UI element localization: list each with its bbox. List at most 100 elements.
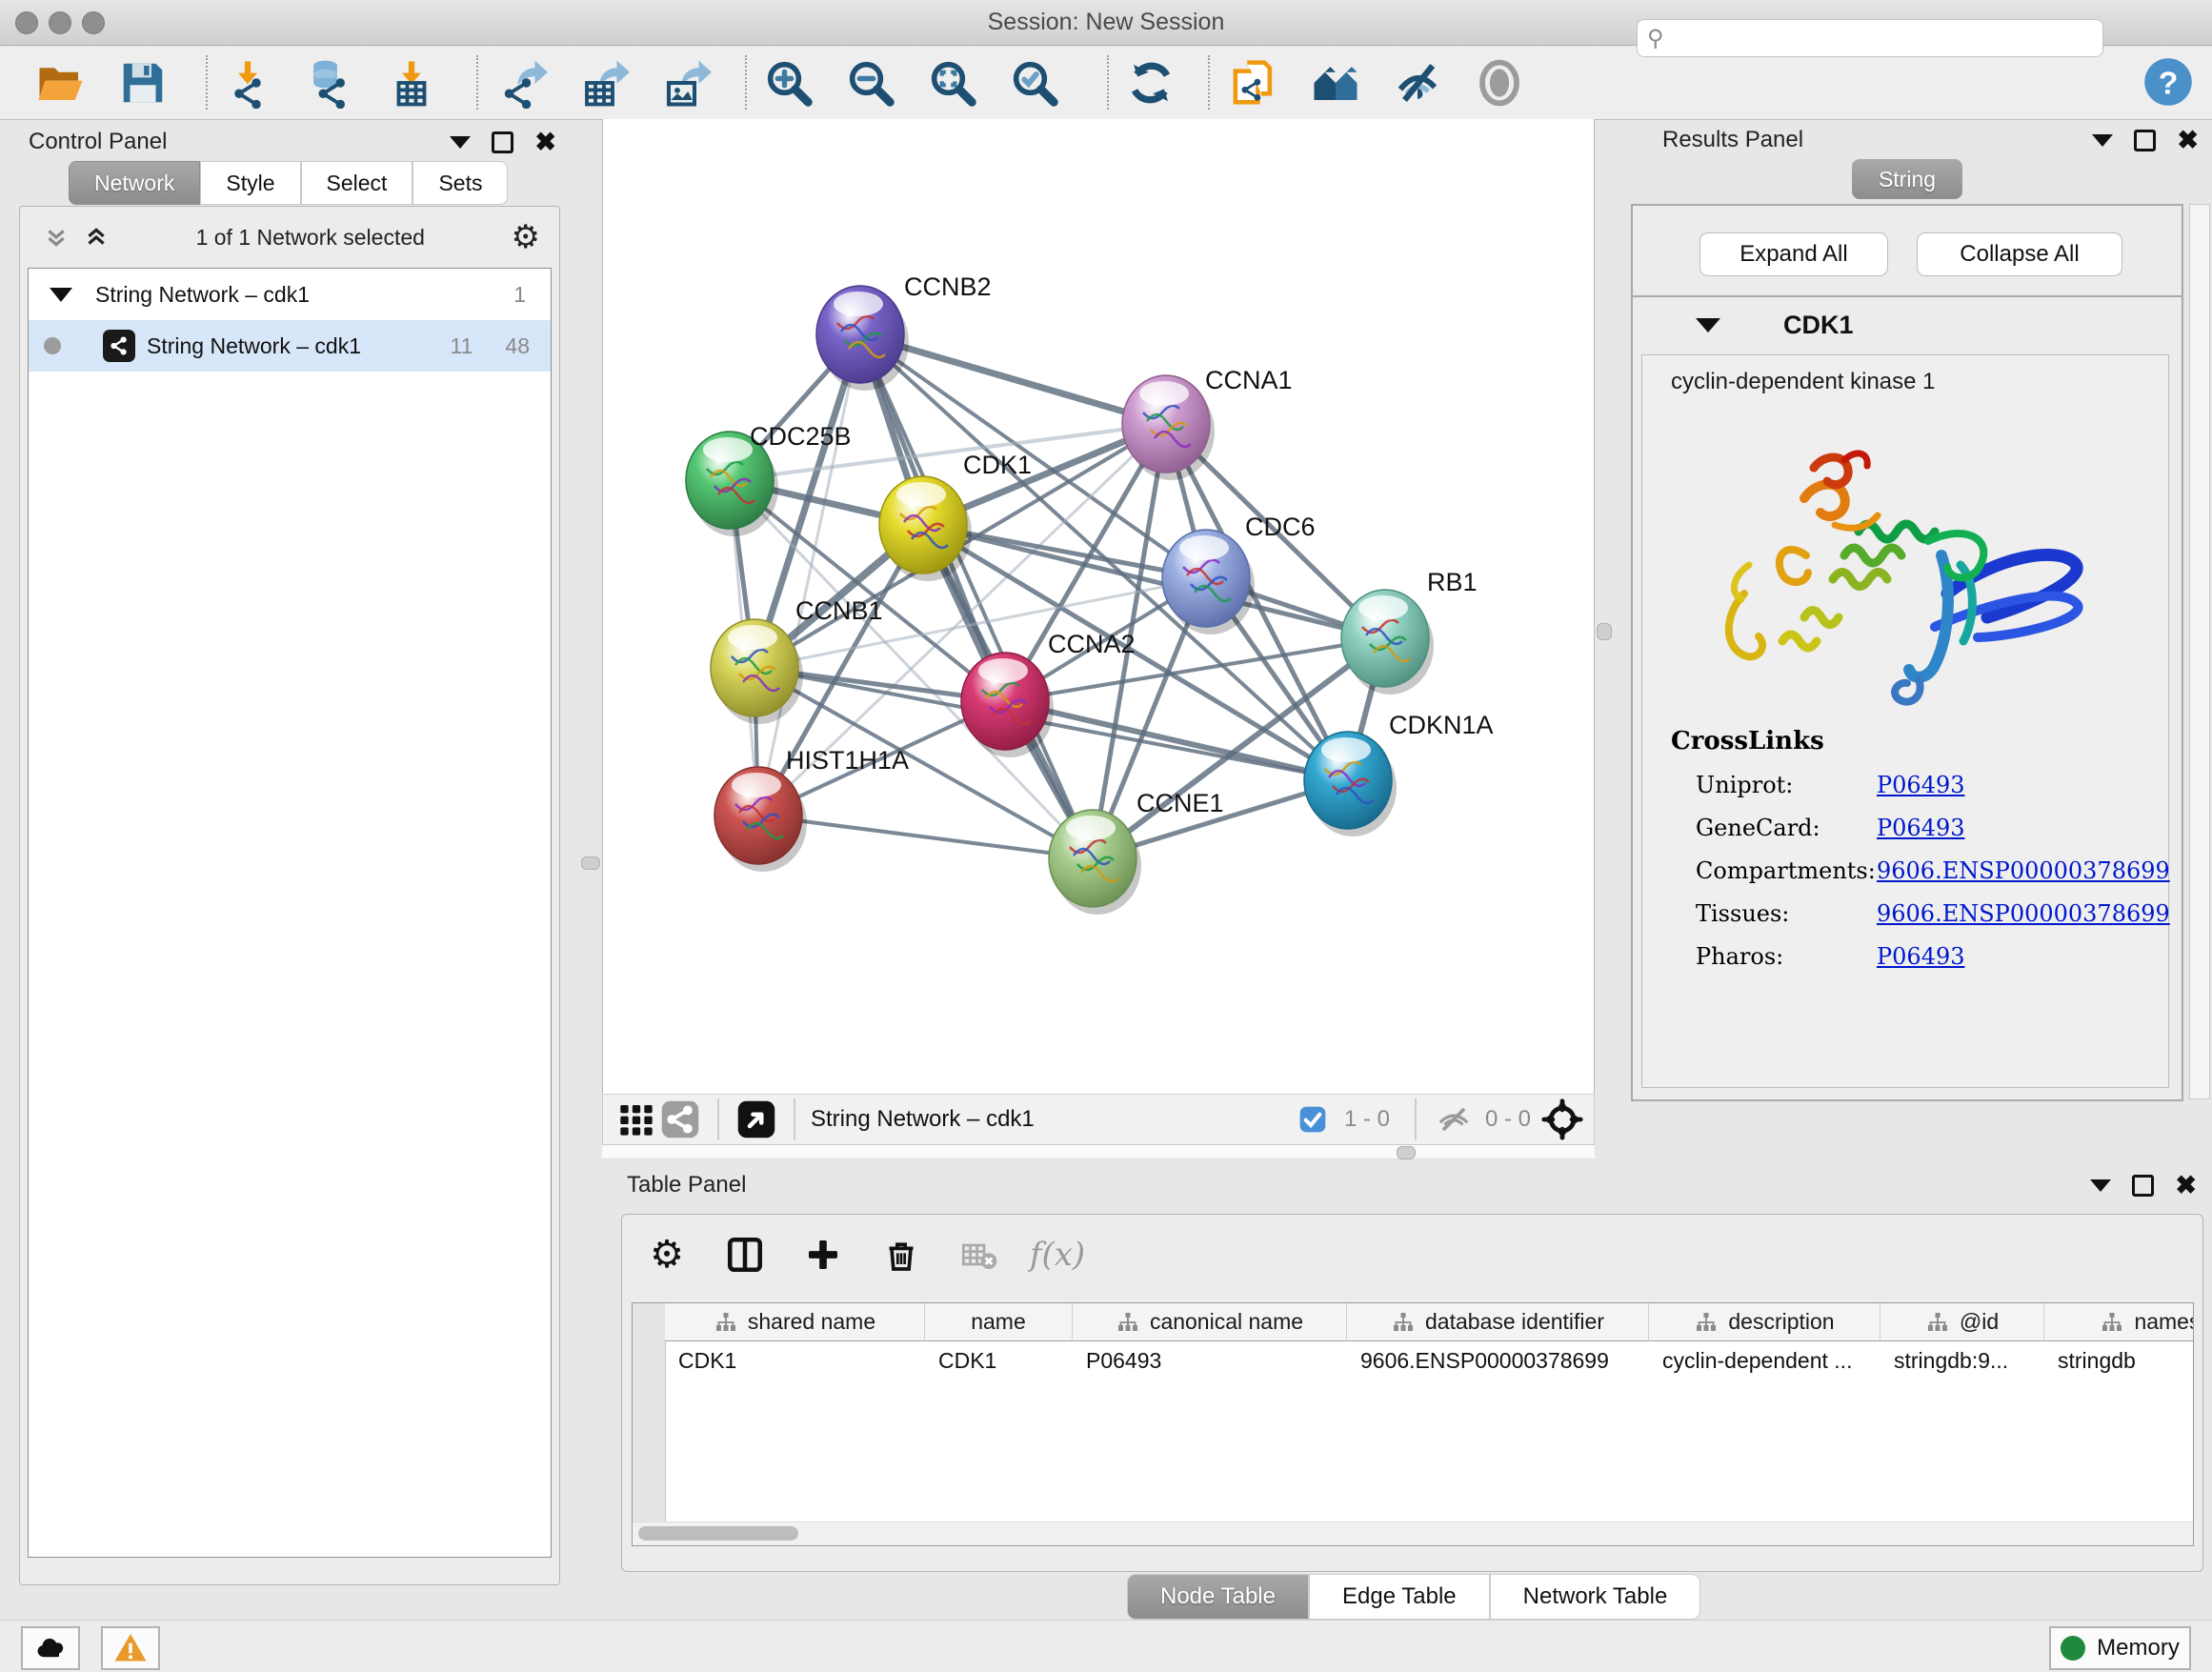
- crosslink-label: Pharos:: [1671, 943, 1877, 970]
- tab-select[interactable]: Select: [301, 161, 413, 205]
- crosslink-link[interactable]: P06493: [1877, 772, 1965, 798]
- memory-button[interactable]: Memory: [2049, 1626, 2191, 1670]
- column-header-name[interactable]: name: [925, 1303, 1073, 1341]
- crosslink-link[interactable]: 9606.ENSP00000378699: [1877, 857, 2170, 884]
- horizontal-splitter[interactable]: [602, 1145, 1595, 1159]
- collapse-all-button[interactable]: Collapse All: [1917, 232, 2122, 276]
- cloud-button[interactable]: [21, 1626, 80, 1670]
- search-box[interactable]: ⚲: [1637, 19, 2103, 57]
- node-CCNB1[interactable]: CCNB1: [711, 596, 883, 724]
- section-header[interactable]: CDK1: [1633, 297, 2182, 353]
- expand-all-icon[interactable]: [83, 225, 110, 250]
- panel-close-icon[interactable]: ✖: [2175, 1176, 2197, 1195]
- warning-button[interactable]: [101, 1626, 160, 1670]
- column-header-description[interactable]: description: [1649, 1303, 1880, 1341]
- export-image-icon[interactable]: [659, 56, 713, 110]
- results-scrollbar[interactable]: [2189, 204, 2210, 1099]
- string-tab-icon[interactable]: [658, 1098, 702, 1141]
- function-builder-icon[interactable]: f(x): [1036, 1233, 1079, 1277]
- table-gear-icon[interactable]: ⚙: [645, 1233, 689, 1277]
- delete-table-icon[interactable]: [957, 1233, 1001, 1277]
- table-cell[interactable]: CDK1: [665, 1341, 925, 1380]
- network-graph[interactable]: CCNB2CCNA1CDC25BCDK1CDC6RB1CCNB1CCNA2CDK…: [603, 119, 1594, 1092]
- open-session-icon[interactable]: [34, 56, 88, 110]
- panel-menu-icon[interactable]: [450, 136, 471, 149]
- node-table[interactable]: shared nameCDK1nameCDK1canonical nameP06…: [632, 1302, 2194, 1546]
- refresh-layout-icon[interactable]: [1124, 56, 1177, 110]
- zoom-fit-icon[interactable]: [926, 56, 979, 110]
- tab-string[interactable]: String: [1852, 159, 1962, 199]
- table-cell[interactable]: CDK1: [925, 1341, 1073, 1380]
- grid-view-icon[interactable]: [614, 1098, 658, 1141]
- table-cell[interactable]: stringdb:9...: [1880, 1341, 2044, 1380]
- column-header-shared-name[interactable]: shared name: [665, 1303, 925, 1341]
- tab-edge-table[interactable]: Edge Table: [1309, 1574, 1490, 1620]
- render-detail-icon[interactable]: [1473, 56, 1526, 110]
- tab-style[interactable]: Style: [200, 161, 300, 205]
- tree-expander-icon[interactable]: [50, 288, 72, 302]
- table-cell[interactable]: cyclin-dependent ...: [1649, 1341, 1880, 1380]
- section-collapse-icon[interactable]: [1696, 318, 1720, 332]
- collapse-all-icon[interactable]: [43, 225, 70, 250]
- crosslink-link[interactable]: P06493: [1877, 815, 1965, 841]
- edge-HIST1H1A-CCNE1[interactable]: [758, 816, 1093, 858]
- delete-column-icon[interactable]: [879, 1233, 923, 1277]
- zoom-out-icon[interactable]: [844, 56, 897, 110]
- edge-CCNB2-CCNE1[interactable]: [860, 334, 1093, 858]
- zoom-in-icon[interactable]: [762, 56, 815, 110]
- crosslink-link[interactable]: 9606.ENSP00000378699: [1877, 900, 2170, 927]
- panel-float-icon[interactable]: [492, 131, 513, 153]
- hide-unhide-icon[interactable]: [1391, 56, 1444, 110]
- panel-menu-icon[interactable]: [2090, 1179, 2111, 1192]
- clone-network-icon[interactable]: [1227, 56, 1280, 110]
- panel-close-icon[interactable]: ✖: [534, 132, 556, 151]
- column-header-namespac[interactable]: namespac: [2044, 1303, 2194, 1341]
- panel-float-icon[interactable]: [2134, 130, 2156, 151]
- save-session-icon[interactable]: [116, 56, 170, 110]
- node-HIST1H1A[interactable]: HIST1H1A: [714, 746, 909, 872]
- hidden-eye-icon[interactable]: [1432, 1098, 1476, 1141]
- panel-float-icon[interactable]: [2132, 1175, 2154, 1197]
- panel-close-icon[interactable]: ✖: [2177, 131, 2199, 150]
- crosslink-link[interactable]: P06493: [1877, 943, 1965, 970]
- network-collection-row[interactable]: String Network – cdk1 1: [29, 269, 551, 320]
- network-row[interactable]: String Network – cdk1 11 48: [29, 320, 551, 372]
- tab-sets[interactable]: Sets: [412, 161, 508, 205]
- results-splitter-grip[interactable]: [1597, 623, 1612, 640]
- zoom-selected-icon[interactable]: [1008, 56, 1061, 110]
- table-cell[interactable]: stringdb: [2044, 1341, 2194, 1380]
- import-table-icon[interactable]: [385, 56, 438, 110]
- panel-menu-icon[interactable]: [2092, 134, 2113, 147]
- show-panels-icon[interactable]: [1309, 56, 1362, 110]
- vertical-splitter-grip[interactable]: [581, 856, 600, 870]
- search-input[interactable]: [1664, 21, 2102, 55]
- node-CCNE1[interactable]: CCNE1: [1049, 789, 1224, 915]
- edge-CCNA2-CDKN1A[interactable]: [1005, 701, 1348, 780]
- birds-eye-icon[interactable]: [1540, 1098, 1584, 1141]
- import-network-from-database-icon[interactable]: [303, 56, 356, 110]
- network-canvas[interactable]: CCNB2CCNA1CDC25BCDK1CDC6RB1CCNB1CCNA2CDK…: [602, 119, 1595, 1094]
- selected-checkbox-icon[interactable]: [1291, 1098, 1335, 1141]
- import-network-icon[interactable]: [221, 56, 274, 110]
- show-columns-icon[interactable]: [723, 1233, 767, 1277]
- add-column-icon[interactable]: [801, 1233, 845, 1277]
- table-cell[interactable]: 9606.ENSP00000378699: [1347, 1341, 1649, 1380]
- node-CDKN1A[interactable]: CDKN1A: [1304, 711, 1494, 836]
- help-icon[interactable]: ?: [2142, 55, 2195, 109]
- gear-icon[interactable]: ⚙: [512, 223, 540, 252]
- open-in-window-icon[interactable]: [734, 1098, 778, 1141]
- column-header-canonical-name[interactable]: canonical name: [1073, 1303, 1347, 1341]
- tab-network[interactable]: Network: [69, 161, 200, 205]
- expand-all-button[interactable]: Expand All: [1699, 232, 1888, 276]
- horizontal-splitter-grip[interactable]: [1397, 1146, 1416, 1159]
- table-hscrollbar-thumb[interactable]: [638, 1526, 798, 1541]
- node-RB1[interactable]: RB1: [1341, 568, 1478, 695]
- column-header-database-identifier[interactable]: database identifier: [1347, 1303, 1649, 1341]
- export-network-icon[interactable]: [495, 56, 549, 110]
- tab-network-table[interactable]: Network Table: [1490, 1574, 1701, 1620]
- table-hscrollbar[interactable]: [633, 1521, 2193, 1545]
- tab-node-table[interactable]: Node Table: [1127, 1574, 1309, 1620]
- table-cell[interactable]: P06493: [1073, 1341, 1347, 1380]
- column-header--id[interactable]: @id: [1880, 1303, 2044, 1341]
- export-table-icon[interactable]: [577, 56, 631, 110]
